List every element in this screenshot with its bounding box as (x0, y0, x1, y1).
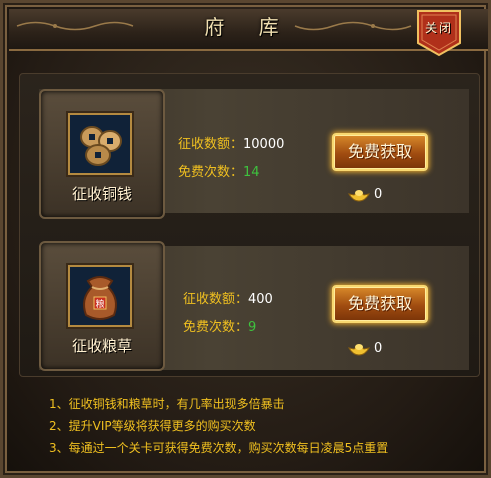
copper-amount: 征收数额：10000 (178, 133, 284, 152)
tip-line: 2、提升VIP等级将获得更多的购买次数 (49, 419, 256, 433)
copper-free-get-button[interactable]: 免费获取 (332, 133, 428, 171)
copper-item-name: 征收铜钱 (71, 185, 132, 203)
copper-coins-icon (68, 113, 132, 175)
gold-ingot-icon (348, 344, 370, 356)
copper-free-count: 免费次数：14 (178, 161, 260, 180)
grain-item-card: 粮 征收粮草 (39, 241, 165, 371)
grain-free-get-button[interactable]: 免费获取 (332, 285, 428, 323)
grain-free-count: 免费次数：9 (183, 316, 256, 335)
copper-amount-value: 10000 (243, 137, 285, 152)
grain-amount-label: 征收数额： (183, 292, 249, 307)
copper-amount-label: 征收数额： (178, 137, 244, 152)
close-label: 关闭 (424, 21, 453, 35)
grain-sack-icon: 粮 (68, 265, 132, 327)
treasury-window: 府 库 关闭 征收铜钱 征收数额：10000 免费次数：14 免费获取 0 粮 … (0, 0, 491, 478)
tip-line: 1、征收铜钱和粮草时，有几率出现多倍暴击 (49, 397, 285, 411)
copper-item-card: 征收铜钱 (39, 89, 165, 219)
grain-amount: 征收数额：400 (183, 288, 273, 307)
close-button[interactable]: 关闭 (414, 9, 464, 57)
grain-item-name: 征收粮草 (71, 337, 132, 355)
tip-line: 3、每通过一个关卡可获得免费次数，购买次数每日凌晨5点重置 (49, 441, 389, 455)
copper-free-value: 14 (243, 165, 260, 180)
copper-ingot-cost: 0 (348, 187, 382, 203)
grain-ingot-cost: 0 (348, 341, 382, 357)
grain-ingot-count: 0 (374, 341, 383, 356)
copper-free-label: 免费次数： (178, 165, 244, 180)
gold-ingot-icon (348, 190, 370, 202)
grain-free-label: 免费次数： (183, 320, 249, 335)
grain-amount-value: 400 (248, 292, 273, 307)
grain-free-value: 9 (248, 320, 257, 335)
svg-text:粮: 粮 (95, 298, 104, 310)
copper-ingot-count: 0 (374, 187, 383, 202)
